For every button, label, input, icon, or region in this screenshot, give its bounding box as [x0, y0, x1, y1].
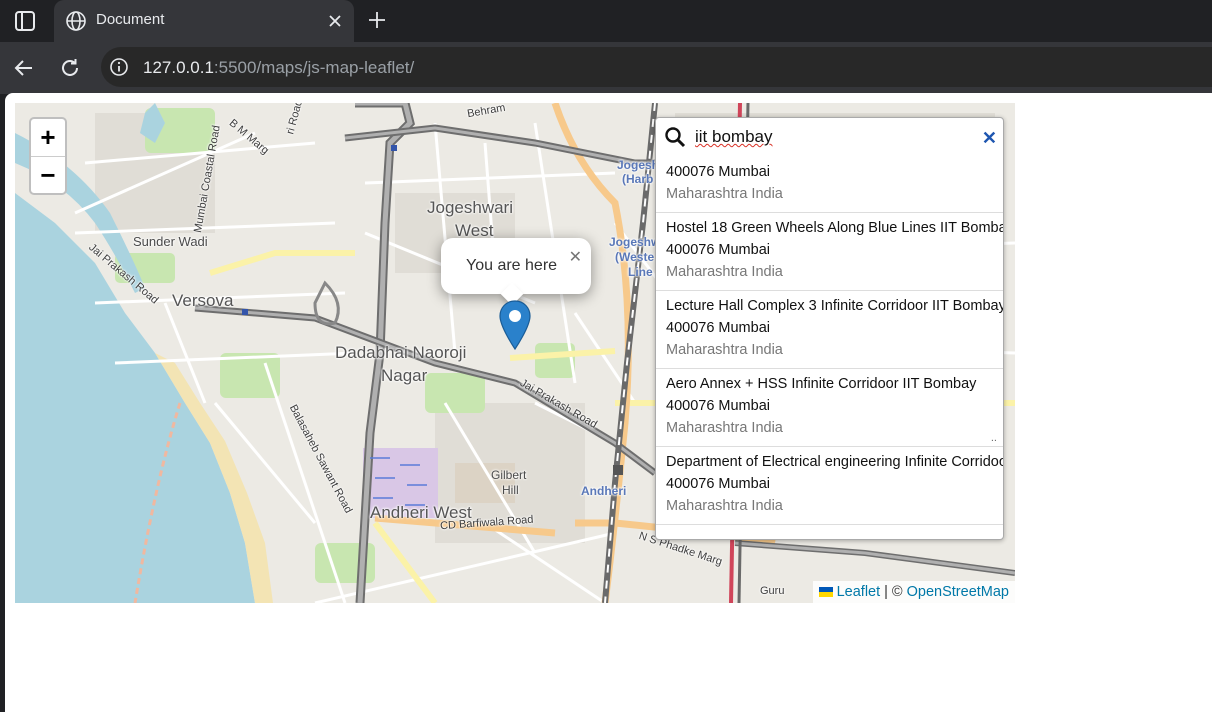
search-result[interactable]: Aero Annex + HSS Infinite Corridoor IIT …	[656, 369, 1003, 447]
address-bar[interactable]: 127.0.0.1:5500/maps/js-map-leaflet/	[101, 47, 1212, 87]
label-gilbert: Gilbert	[491, 468, 527, 482]
label-jogeshwari-west: Jogeshwari	[427, 198, 513, 217]
result-region: Maharashtra India	[666, 264, 783, 280]
site-info-icon[interactable]	[109, 57, 129, 77]
url-text: 127.0.0.1:5500/maps/js-map-leaflet/	[143, 58, 414, 78]
clear-search-button[interactable]: ✕	[982, 128, 997, 149]
search-result[interactable]: Lecture Hall Complex 3 Infinite Corridoo…	[656, 291, 1003, 369]
ukraine-flag-icon	[818, 587, 833, 597]
result-region: Maharashtra India	[666, 498, 783, 514]
result-region: Maharashtra India	[666, 420, 783, 436]
search-result[interactable]: Department of Electrical engineering Inf…	[656, 447, 1003, 525]
label-jogeshwari-western-3: Line	[628, 265, 653, 279]
label-jogeshwari-harbour-2: (Harb	[622, 172, 654, 186]
close-tab-icon[interactable]	[326, 12, 344, 30]
result-postcode: 400076 Mumbai	[666, 398, 770, 414]
search-results: 400076 Mumbai Maharashtra India Hostel 1…	[656, 158, 1003, 525]
result-postcode: 400076 Mumbai	[666, 164, 770, 180]
reload-icon[interactable]	[58, 56, 82, 80]
label-sunder-wadi: Sunder Wadi	[133, 234, 208, 249]
leaflet-map[interactable]: Jogeshwari West Versova Sunder Wadi Dada…	[15, 103, 1015, 603]
zoom-control: + −	[29, 117, 67, 195]
label-dadabhai-naoroji: Dadabhai Naoroji	[335, 343, 467, 362]
label-gilbert-hill: Hill	[502, 483, 519, 497]
url-host: 127.0.0.1	[143, 58, 214, 77]
result-name: Department of Electrical engineering Inf…	[666, 454, 1003, 470]
result-name: Hostel 18 Green Wheels Along Blue Lines …	[666, 220, 1003, 236]
result-region: Maharashtra India	[666, 342, 783, 358]
zoom-out-button[interactable]: −	[31, 156, 65, 194]
result-name: Lecture Hall Complex 3 Infinite Corridoo…	[666, 298, 1003, 314]
leaflet-link[interactable]: Leaflet	[837, 584, 881, 600]
tab-title: Document	[96, 11, 165, 28]
openstreetmap-link[interactable]: OpenStreetMap	[907, 584, 1009, 600]
result-name: Aero Annex + HSS Infinite Corridoor IIT …	[666, 376, 977, 392]
result-postcode: 400076 Mumbai	[666, 242, 770, 258]
zoom-in-button[interactable]: +	[31, 119, 65, 156]
new-tab-icon[interactable]	[366, 9, 388, 31]
sidebar-toggle-icon[interactable]	[12, 9, 38, 33]
search-result[interactable]: Hostel 18 Green Wheels Along Blue Lines …	[656, 213, 1003, 291]
search-input[interactable]: iit bombay	[695, 127, 772, 147]
result-region: Maharashtra India	[666, 186, 783, 202]
browser-tab[interactable]: Document	[54, 0, 354, 42]
more-indicator: ..	[990, 432, 997, 444]
back-arrow-icon[interactable]	[12, 56, 36, 80]
location-popup: You are here ✕	[441, 238, 591, 306]
url-path: :5500/maps/js-map-leaflet/	[213, 58, 415, 77]
result-postcode: 400076 Mumbai	[666, 476, 770, 492]
attribution-separator: | ©	[884, 584, 903, 600]
label-andheri: Andheri	[581, 484, 627, 498]
browser-toolbar: 127.0.0.1:5500/maps/js-map-leaflet/	[0, 42, 1212, 94]
label-guru: Guru	[760, 585, 785, 597]
label-jogeshwari-western: Jogeshw	[609, 235, 661, 249]
popup-close-button[interactable]: ✕	[569, 247, 582, 267]
globe-icon	[66, 11, 86, 31]
popup-text: You are here	[466, 257, 558, 274]
tab-bar: Document	[0, 0, 1212, 42]
page-content: Jogeshwari West Versova Sunder Wadi Dada…	[5, 93, 1212, 712]
search-result[interactable]: 400076 Mumbai Maharashtra India	[656, 158, 1003, 213]
result-postcode: 400076 Mumbai	[666, 320, 770, 336]
label-jogeshwari-western-2: (Weste	[615, 250, 655, 264]
label-versova: Versova	[172, 291, 234, 310]
map-marker-icon[interactable]	[499, 300, 531, 350]
label-nagar: Nagar	[381, 366, 428, 385]
map-attribution: Leaflet | © OpenStreetMap	[812, 581, 1015, 603]
search-panel: iit bombay ✕ 400076 Mumbai Maharashtra I…	[655, 117, 1004, 540]
search-icon	[665, 127, 686, 148]
